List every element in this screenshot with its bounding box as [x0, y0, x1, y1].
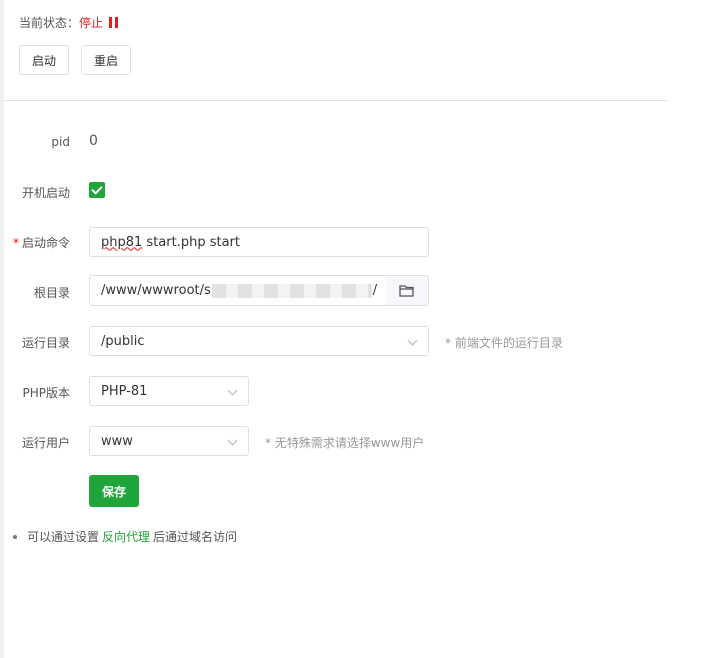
run-user-select[interactable]: www — [89, 426, 249, 456]
bullet-icon — [13, 534, 17, 539]
run-dir-value: /public — [101, 333, 145, 349]
required-mark: * — [12, 236, 19, 250]
save-button[interactable]: 保存 — [89, 475, 139, 507]
run-user-label: 运行用户 — [21, 436, 70, 450]
chevron-down-icon — [407, 335, 418, 346]
restart-button[interactable]: 重启 — [81, 45, 131, 75]
run-user-value: www — [101, 433, 133, 449]
pid-value: 0 — [89, 133, 98, 149]
root-dir-value-prefix: /www/wwwroot/s — [101, 283, 211, 298]
note-prefix: 可以通过设置 — [27, 530, 100, 544]
start-command-input[interactable]: php81 start.php start — [89, 227, 429, 257]
folder-picker-button[interactable] — [386, 275, 429, 306]
root-dir-value-suffix: / — [372, 283, 378, 298]
root-dir-label: 根目录 — [33, 286, 70, 300]
status-line: 当前状态： 停止 — [19, 14, 119, 31]
autostart-checkbox[interactable] — [89, 182, 105, 198]
run-user-hint: * 无特殊需求请选择www用户 — [265, 436, 425, 450]
php-version-value: PHP-81 — [101, 383, 148, 399]
divider — [4, 100, 668, 101]
redacted-path — [211, 283, 372, 298]
pause-icon — [109, 17, 119, 28]
start-command-label: * 启动命令 — [0, 234, 70, 251]
start-command-value-rest: start.php start — [142, 234, 240, 250]
reverse-proxy-link[interactable]: 反向代理 — [102, 528, 150, 545]
php-version-label: PHP版本 — [22, 386, 71, 400]
start-command-label-text: 启动命令 — [21, 236, 70, 250]
root-dir-input[interactable]: /www/wwwroot/s / — [89, 275, 387, 306]
run-dir-hint: * 前端文件的运行目录 — [445, 336, 563, 350]
start-button[interactable]: 启动 — [19, 45, 69, 75]
run-dir-label: 运行目录 — [21, 336, 70, 350]
php-version-select[interactable]: PHP-81 — [89, 376, 249, 406]
status-value: 停止 — [79, 16, 104, 30]
autostart-label: 开机启动 — [21, 186, 70, 200]
folder-icon — [399, 285, 414, 297]
run-dir-select[interactable]: /public — [89, 326, 429, 356]
chevron-down-icon — [227, 435, 238, 446]
start-command-value-php: php81 — [101, 234, 143, 250]
pid-label: pid — [51, 135, 70, 149]
status-label: 当前状态： — [19, 16, 80, 30]
chevron-down-icon — [227, 385, 238, 396]
note-suffix: 后通过域名访问 — [153, 530, 238, 544]
note-item: 可以通过设置 反向代理 后通过域名访问 — [13, 528, 237, 545]
left-panel-edge — [0, 0, 4, 658]
